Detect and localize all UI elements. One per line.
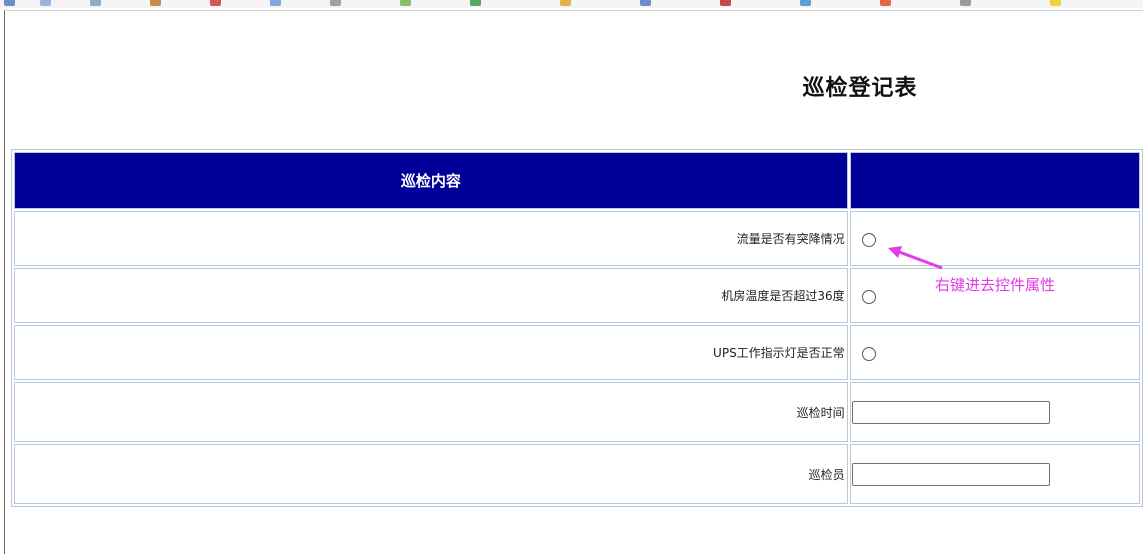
- inspection-table: 巡检内容 流量是否有突降情况 机房温度是否超过36度 UPS工作指示灯是否正常 …: [11, 149, 1143, 507]
- row-label: 流量是否有突降情况: [14, 211, 848, 266]
- table-row: 巡检员: [14, 444, 1140, 504]
- toolbar: [0, 0, 1143, 8]
- row-label: 机房温度是否超过36度: [14, 268, 848, 323]
- row-label: 巡检时间: [14, 382, 848, 442]
- ups-indicator-radio[interactable]: [861, 346, 876, 361]
- row-control-cell: [849, 325, 1140, 380]
- toolbar-icon[interactable]: [330, 0, 341, 6]
- toolbar-icon[interactable]: [400, 0, 411, 6]
- table-row: 巡检时间: [14, 382, 1140, 442]
- row-label: UPS工作指示灯是否正常: [14, 325, 848, 380]
- toolbar-icon[interactable]: [800, 0, 811, 6]
- page-title: 巡检登记表: [802, 76, 918, 101]
- toolbar-icon[interactable]: [640, 0, 651, 6]
- toolbar-icon[interactable]: [90, 0, 101, 6]
- toolbar-icon[interactable]: [150, 0, 161, 6]
- inspection-time-input[interactable]: [851, 400, 1050, 424]
- toolbar-icon[interactable]: [4, 0, 15, 6]
- table-header-row: 巡检内容: [14, 152, 1140, 209]
- header-cell-content: 巡检内容: [14, 152, 848, 209]
- row-control-cell: [849, 382, 1140, 442]
- toolbar-icon[interactable]: [960, 0, 971, 6]
- header-cell-result: [849, 152, 1140, 209]
- row-control-cell: [849, 444, 1140, 504]
- toolbar-icon[interactable]: [470, 0, 481, 6]
- toolbar-icon[interactable]: [210, 0, 221, 6]
- annotation-arrow-icon: [888, 246, 943, 270]
- table-row: UPS工作指示灯是否正常: [14, 325, 1140, 380]
- traffic-drop-radio[interactable]: [861, 232, 876, 247]
- toolbar-icon[interactable]: [40, 0, 51, 6]
- toolbar-icon[interactable]: [1050, 0, 1061, 6]
- toolbar-icon[interactable]: [720, 0, 731, 6]
- row-label: 巡检员: [14, 444, 848, 504]
- toolbar-icon[interactable]: [880, 0, 891, 6]
- inspector-input[interactable]: [851, 462, 1050, 486]
- toolbar-icon[interactable]: [270, 0, 281, 6]
- toolbar-icon[interactable]: [560, 0, 571, 6]
- annotation-note: 右键进去控件属性: [935, 276, 1056, 294]
- table-row: 流量是否有突降情况: [14, 211, 1140, 266]
- temperature-radio[interactable]: [861, 289, 876, 304]
